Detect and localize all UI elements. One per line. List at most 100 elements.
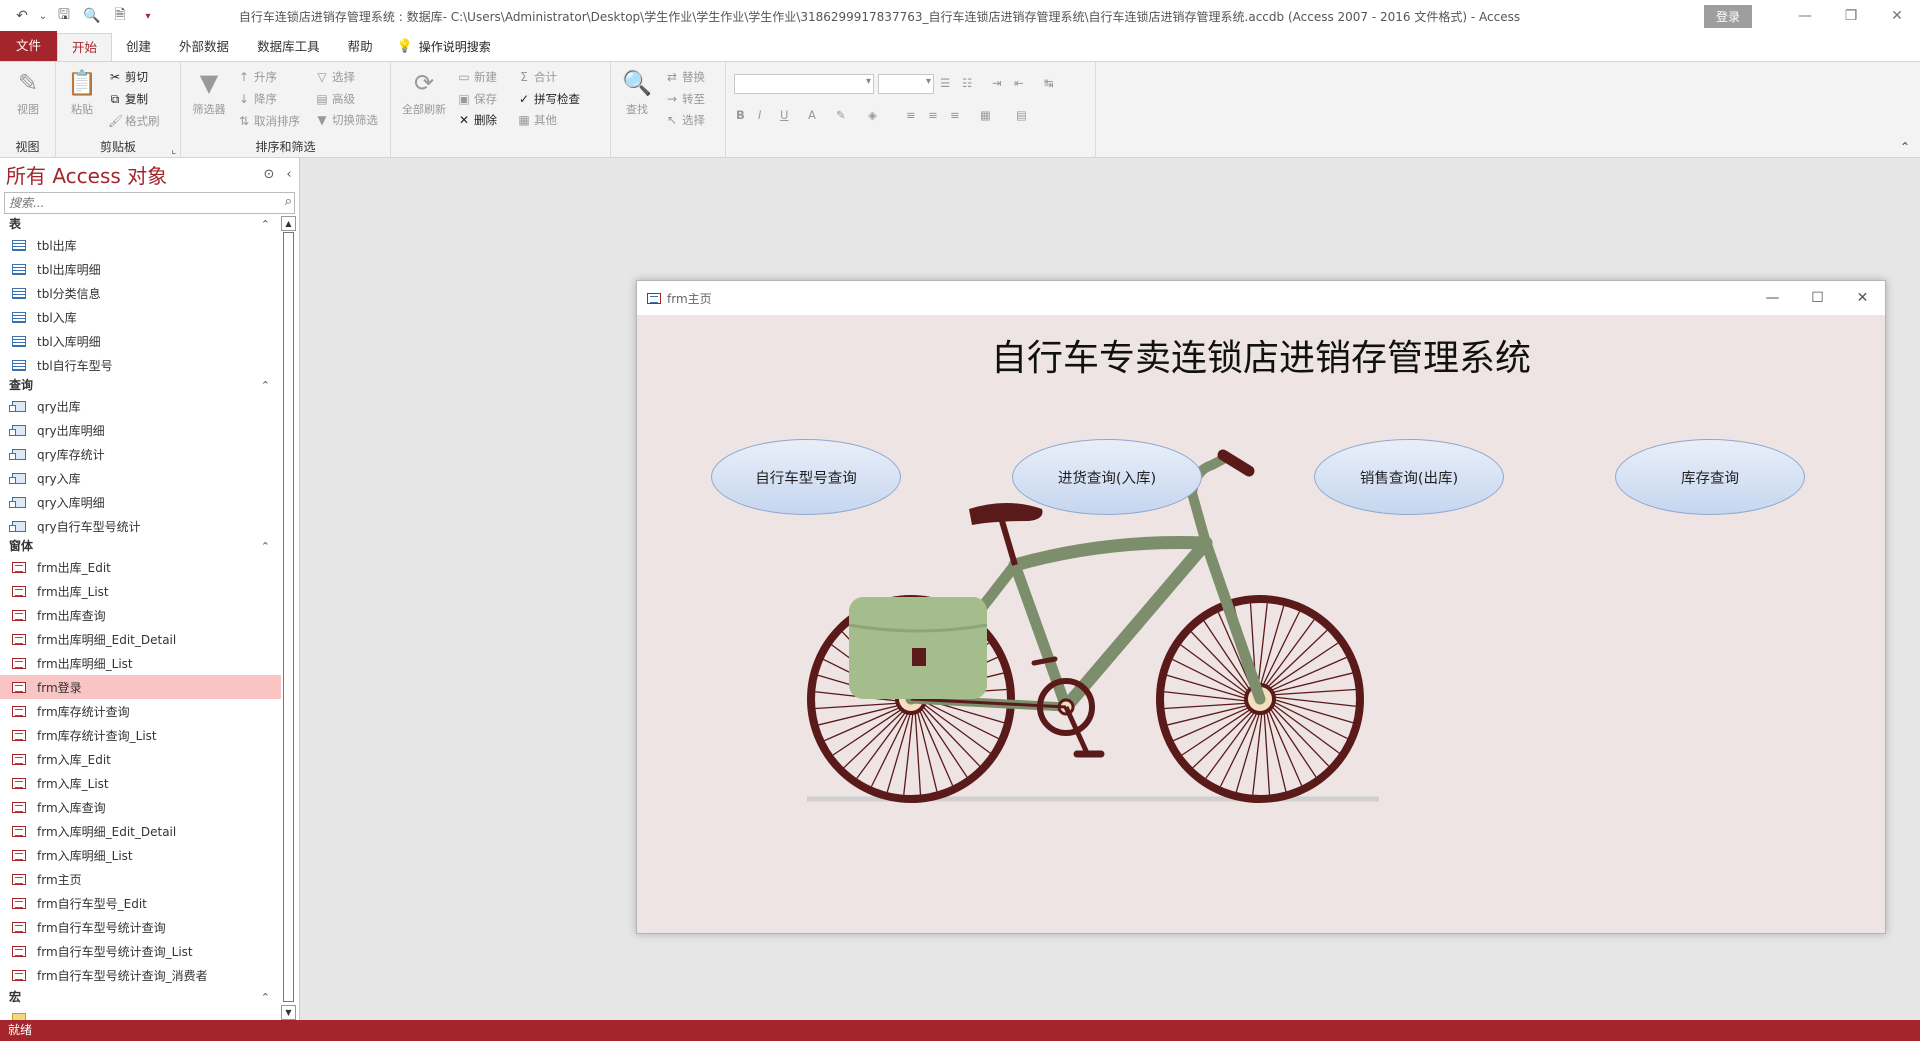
- list-item[interactable]: frm自行车型号_Edit: [0, 891, 282, 915]
- list-item[interactable]: frm主页: [0, 867, 282, 891]
- nav-group-tables[interactable]: 表 ⌃: [0, 216, 282, 233]
- new-record-button[interactable]: ▭ 新建: [457, 69, 497, 85]
- tell-me-search[interactable]: 💡 操作说明搜索: [387, 33, 501, 61]
- highlight-button[interactable]: ✎: [836, 108, 846, 122]
- list-item[interactable]: [0, 1006, 282, 1020]
- tab-home[interactable]: 开始: [57, 33, 113, 61]
- list-item[interactable]: tbl分类信息: [0, 281, 282, 305]
- paste-button[interactable]: 📋 粘贴: [60, 68, 104, 117]
- view-button[interactable]: ✎ 视图: [6, 68, 50, 117]
- tab-database-tools[interactable]: 数据库工具: [243, 33, 334, 61]
- form-restore-button[interactable]: ☐: [1795, 290, 1840, 306]
- alt-row-color-icon[interactable]: ▤: [1016, 108, 1027, 122]
- tab-help[interactable]: 帮助: [334, 33, 387, 61]
- bold-button[interactable]: B: [736, 108, 745, 122]
- replace-button[interactable]: ⇄ 替换: [665, 69, 705, 85]
- list-item[interactable]: frm出库_List: [0, 579, 282, 603]
- stock-query-button[interactable]: 库存查询: [1615, 439, 1805, 515]
- list-item[interactable]: qry自行车型号统计: [0, 514, 282, 538]
- list-item[interactable]: tbl入库: [0, 305, 282, 329]
- nav-search-input[interactable]: [5, 193, 265, 213]
- spelling-button[interactable]: ✓ 拼写检查: [517, 91, 580, 107]
- nav-title[interactable]: 所有 Access 对象: [6, 160, 259, 189]
- refresh-all-button[interactable]: ⟳ 全部刷新: [397, 68, 451, 117]
- find-button[interactable]: 🔍 查找: [615, 68, 659, 117]
- list-item-selected[interactable]: frm登录: [0, 675, 282, 699]
- nav-menu-icon[interactable]: ⊙: [259, 167, 279, 182]
- nav-group-macros[interactable]: 宏 ⌃: [0, 989, 282, 1006]
- list-item[interactable]: frm出库明细_List: [0, 651, 282, 675]
- list-item[interactable]: frm入库明细_List: [0, 843, 282, 867]
- list-item[interactable]: frm出库_Edit: [0, 555, 282, 579]
- list-item[interactable]: frm入库查询: [0, 795, 282, 819]
- collapse-group-icon[interactable]: ⌃: [261, 377, 270, 394]
- list-item[interactable]: frm入库_Edit: [0, 747, 282, 771]
- gridlines-icon[interactable]: ▦: [980, 108, 991, 122]
- list-item[interactable]: qry库存统计: [0, 442, 282, 466]
- cut-button[interactable]: ✂ 剪切: [108, 69, 148, 85]
- list-item[interactable]: tbl出库明细: [0, 257, 282, 281]
- nav-shutter-icon[interactable]: ‹: [279, 167, 299, 182]
- signin-button[interactable]: 登录: [1703, 4, 1752, 28]
- list-item[interactable]: qry入库明细: [0, 490, 282, 514]
- more-button[interactable]: ▦ 其他: [517, 113, 557, 126]
- list-item[interactable]: frm出库查询: [0, 603, 282, 627]
- bike-model-query-button[interactable]: 自行车型号查询: [711, 439, 901, 515]
- scroll-down-icon[interactable]: ▼: [281, 1005, 296, 1020]
- list-item[interactable]: frm入库_List: [0, 771, 282, 795]
- text-direction-icon[interactable]: ↹: [1044, 76, 1054, 90]
- list-item[interactable]: frm自行车型号统计查询_消费者: [0, 963, 282, 987]
- collapse-group-icon[interactable]: ⌃: [261, 216, 270, 233]
- selection-button[interactable]: ▽ 选择: [315, 69, 355, 85]
- scroll-up-icon[interactable]: ▲: [281, 216, 296, 231]
- customize-qat-icon[interactable]: ▾: [136, 4, 160, 28]
- minimize-button[interactable]: —: [1782, 0, 1828, 32]
- tab-file[interactable]: 文件: [0, 31, 58, 61]
- sort-ascending-button[interactable]: ↑ 升序: [237, 69, 277, 85]
- save-record-button[interactable]: ▣ 保存: [457, 91, 497, 107]
- format-painter-button[interactable]: 🖌 格式刷: [108, 113, 160, 129]
- numbering-icon[interactable]: ☷: [962, 76, 972, 90]
- print-preview-icon[interactable]: 🔍: [80, 4, 104, 28]
- list-item[interactable]: frm出库明细_Edit_Detail: [0, 627, 282, 651]
- delete-record-button[interactable]: ✕ 删除: [457, 113, 497, 126]
- form-title-bar[interactable]: frm主页 — ☐ ✕: [637, 281, 1885, 315]
- fill-color-button[interactable]: ◈: [868, 108, 877, 122]
- collapse-group-icon[interactable]: ⌃: [261, 538, 270, 555]
- font-size-combo[interactable]: [878, 74, 934, 94]
- decrease-indent-icon[interactable]: ⇤: [1014, 76, 1024, 90]
- sort-descending-button[interactable]: ↓ 降序: [237, 91, 277, 107]
- list-item[interactable]: tbl入库明细: [0, 329, 282, 353]
- list-item[interactable]: tbl出库: [0, 233, 282, 257]
- nav-group-queries[interactable]: 查询 ⌃: [0, 377, 282, 394]
- save-icon[interactable]: 🖫: [52, 4, 76, 28]
- close-button[interactable]: ✕: [1874, 0, 1920, 32]
- goto-button[interactable]: → 转至: [665, 91, 705, 107]
- bullets-icon[interactable]: ☰: [940, 76, 950, 90]
- list-item[interactable]: qry入库: [0, 466, 282, 490]
- filter-button[interactable]: ▼ 筛选器: [187, 68, 231, 117]
- copy-button[interactable]: ⧉ 复制: [108, 91, 148, 107]
- list-item[interactable]: frm库存统计查询_List: [0, 723, 282, 747]
- increase-indent-icon[interactable]: ⇥: [992, 76, 1002, 90]
- totals-button[interactable]: Σ 合计: [517, 69, 557, 85]
- list-item[interactable]: qry出库明细: [0, 418, 282, 442]
- list-item[interactable]: frm入库明细_Edit_Detail: [0, 819, 282, 843]
- remove-sort-button[interactable]: ⇅ 取消排序: [237, 113, 300, 129]
- list-item[interactable]: qry出库: [0, 394, 282, 418]
- align-right-icon[interactable]: ≡: [950, 108, 960, 122]
- font-color-button[interactable]: A: [808, 108, 816, 122]
- align-center-icon[interactable]: ≡: [928, 108, 938, 122]
- list-item[interactable]: tbl自行车型号: [0, 353, 282, 377]
- nav-scrollbar[interactable]: ▲ ▼: [281, 216, 296, 1020]
- tab-external-data[interactable]: 外部数据: [165, 33, 243, 61]
- italic-button[interactable]: I: [758, 108, 761, 122]
- nav-group-forms[interactable]: 窗体 ⌃: [0, 538, 282, 555]
- undo-icon[interactable]: ↶: [10, 4, 34, 28]
- toggle-filter-button[interactable]: ▼ 切换筛选: [315, 113, 378, 126]
- search-icon[interactable]: ⌕: [285, 194, 292, 209]
- list-item[interactable]: frm自行车型号统计查询: [0, 915, 282, 939]
- tab-create[interactable]: 创建: [112, 33, 165, 61]
- list-item[interactable]: frm库存统计查询: [0, 699, 282, 723]
- form-minimize-button[interactable]: —: [1750, 290, 1795, 306]
